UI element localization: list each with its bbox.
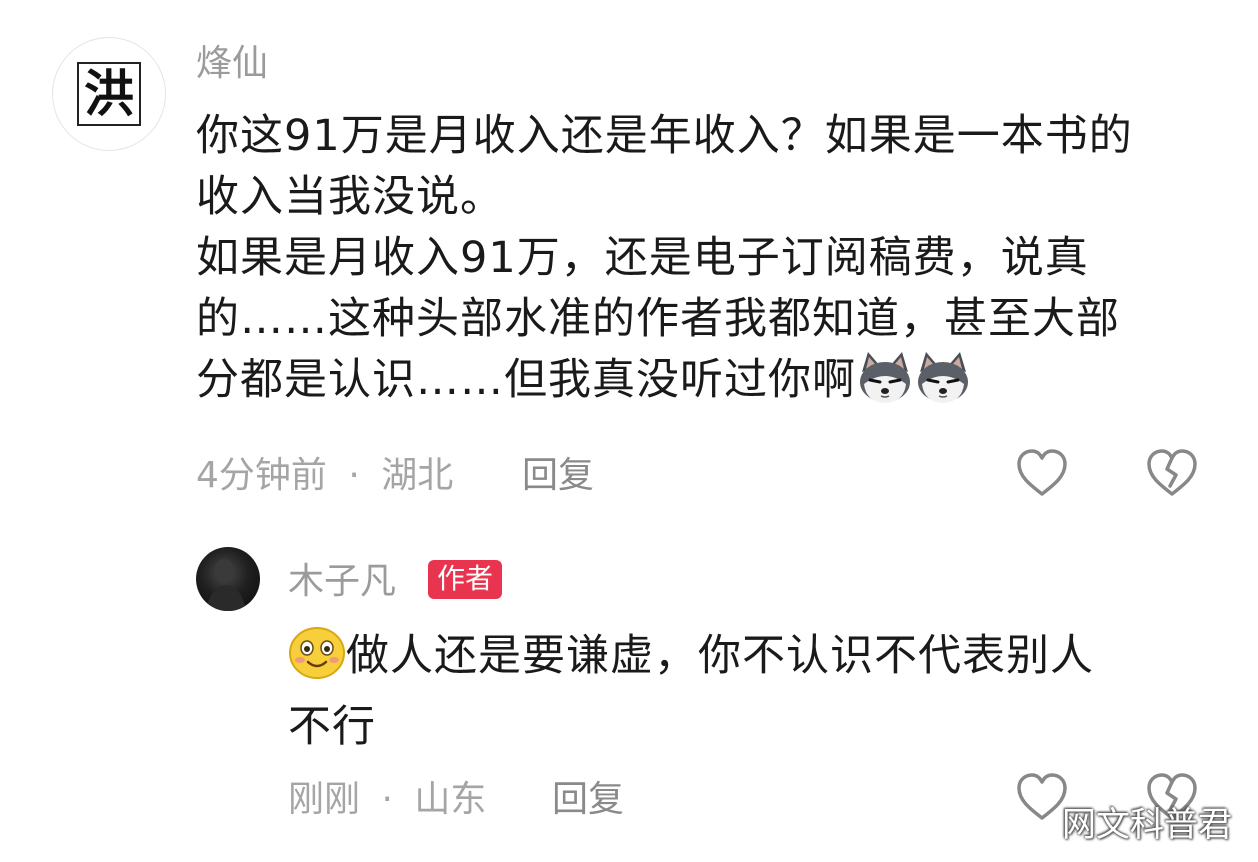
comment-username[interactable]: 烽仙: [196, 46, 268, 82]
reply-line-first: 做人还是要谦虚，你不认识不代表别人: [288, 624, 1228, 697]
like-icon[interactable]: [1015, 448, 1069, 502]
reply-meta: 刚刚 · 山东: [288, 782, 486, 818]
reply-time: 刚刚: [288, 779, 361, 820]
comment-line: 如果是月收入91万，还是电子订阅稿费，说真: [196, 233, 1089, 283]
comment-time: 4分钟前: [196, 455, 327, 496]
reply-avatar[interactable]: [196, 547, 260, 611]
dislike-icon[interactable]: [1145, 448, 1199, 502]
smile-emoji-icon: [288, 624, 346, 697]
comment-line: 的……这种头部水准的作者我都知道，甚至大部: [196, 294, 1120, 344]
comment-body: 你这91万是月收入还是年收入？如果是一本书的 收入当我没说。 如果是月收入91万…: [196, 106, 1236, 421]
reply-line-text: 做人还是要谦虚，你不认识不代表别人: [346, 631, 1094, 681]
comment-line-text: 分都是认识……但我真没听过你啊: [196, 355, 856, 405]
reply-username[interactable]: 木子凡: [288, 564, 396, 600]
comment-line: 你这91万是月收入还是年收入？如果是一本书的: [196, 111, 1133, 161]
husky-emoji-icon: [856, 350, 914, 421]
reply-location: 山东: [414, 779, 487, 820]
reply-button[interactable]: 回复: [522, 458, 594, 494]
comment-meta: 4分钟前 · 湖北: [196, 458, 453, 494]
reply-reply-button[interactable]: 回复: [552, 782, 624, 818]
watermark: 网文科普君: [1062, 805, 1232, 845]
avatar-character: 洪: [77, 62, 141, 126]
reply-line: 不行: [288, 702, 376, 752]
meta-separator: ·: [381, 779, 393, 820]
comment-line: 收入当我没说。: [196, 172, 504, 222]
avatar[interactable]: 洪: [52, 37, 166, 151]
comment-location: 湖北: [381, 455, 454, 496]
author-badge: 作者: [428, 560, 503, 599]
reply-like-icon[interactable]: [1015, 772, 1069, 826]
husky-emoji-icon: [914, 350, 972, 421]
comment-line-last: 分都是认识……但我真没听过你啊: [196, 350, 1236, 421]
meta-separator: ·: [348, 455, 360, 496]
reply-body: 做人还是要谦虚，你不认识不代表别人 不行: [288, 624, 1228, 758]
